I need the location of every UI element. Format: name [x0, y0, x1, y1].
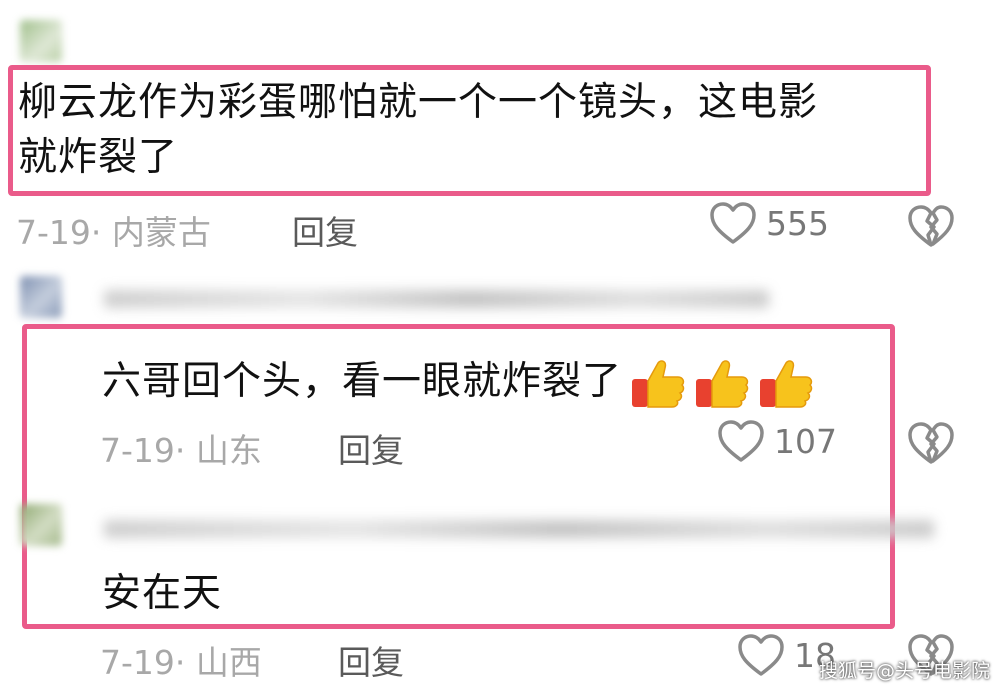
thumbs-up-emoji [632, 359, 685, 408]
comment-text: 六哥回个头，看一眼就炸裂了 [102, 354, 814, 411]
comment-text-content: 六哥回个头，看一眼就炸裂了 [102, 359, 623, 404]
heart-outline-icon [710, 202, 756, 244]
like-button[interactable]: 107 [716, 418, 837, 464]
like-count: 555 [766, 203, 829, 243]
heart-outline-icon [718, 420, 764, 462]
comment-text: 柳云龙作为彩蛋哪怕就一个一个镜头，这电影 [18, 80, 819, 125]
avatar[interactable] [20, 276, 62, 318]
broken-heart-icon[interactable] [906, 420, 956, 466]
watermark: 搜狐号@头号电影院 [818, 660, 990, 682]
thumbs-up-emoji [760, 359, 813, 408]
comment-meta: 7-19· 山东 [100, 431, 262, 470]
heart-outline-icon [738, 634, 784, 676]
reply-button[interactable]: 回复 [338, 424, 404, 472]
comment-thread: 柳云龙作为彩蛋哪怕就一个一个镜头，这电影 就炸裂了 7-19· 内蒙古 回复 5… [0, 0, 1004, 689]
comment-meta: 7-19· 山西 [100, 643, 262, 682]
like-button[interactable]: 555 [708, 200, 829, 246]
reply-button[interactable]: 回复 [292, 206, 358, 254]
reply-button[interactable]: 回复 [338, 636, 404, 684]
comment-text: 就炸裂了 [18, 135, 179, 180]
username-blurred[interactable] [104, 290, 769, 308]
thumbs-up-emoji [696, 359, 749, 408]
comment-meta: 7-19· 内蒙古 [16, 213, 211, 252]
comment-text: 安在天 [102, 571, 223, 616]
avatar[interactable] [20, 20, 62, 62]
username-blurred[interactable] [104, 520, 934, 538]
emoji-row [630, 357, 814, 411]
like-count: 107 [774, 421, 837, 461]
avatar[interactable] [20, 504, 62, 546]
broken-heart-icon[interactable] [906, 203, 956, 249]
